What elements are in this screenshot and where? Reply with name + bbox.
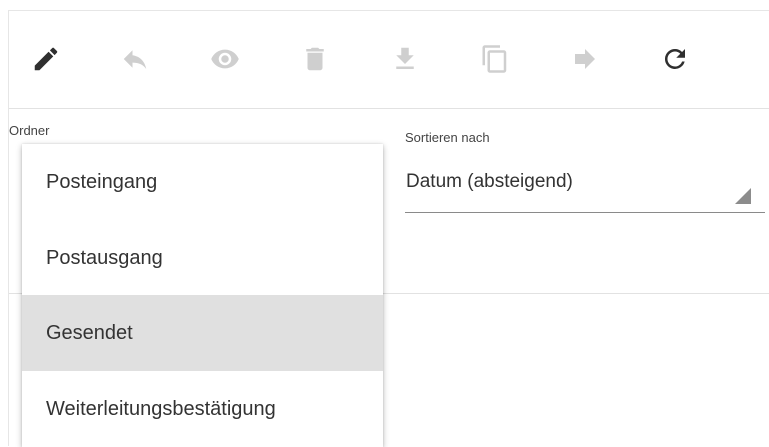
reply-icon	[123, 50, 147, 69]
mail-panel: Ordner Sortieren nach Datum (absteigend)…	[8, 10, 769, 447]
sort-label: Sortieren nach	[405, 130, 490, 145]
view-button[interactable]	[205, 39, 245, 79]
eye-icon	[211, 49, 239, 69]
edit-button[interactable]	[26, 39, 66, 79]
copy-icon	[482, 45, 507, 73]
copy-button[interactable]	[475, 39, 515, 79]
download-icon	[396, 47, 414, 69]
toolbar	[9, 11, 769, 109]
folder-option-postausgang[interactable]: Postausgang	[22, 220, 383, 296]
download-button[interactable]	[385, 39, 425, 79]
folder-dropdown-menu: Posteingang Postausgang Gesendet Weiterl…	[22, 144, 383, 447]
sort-select[interactable]: Datum (absteigend)	[405, 163, 765, 213]
folder-option-weiterleitungsbestaetigung[interactable]: Weiterleitungsbestätigung	[22, 371, 383, 447]
sort-select-value: Datum (absteigend)	[406, 171, 573, 192]
trash-icon	[306, 47, 324, 71]
reply-button[interactable]	[115, 39, 155, 79]
folder-label: Ordner	[9, 123, 50, 138]
forward-button[interactable]	[565, 39, 605, 79]
dropdown-arrow-icon	[735, 188, 751, 204]
delete-button[interactable]	[295, 39, 335, 79]
folder-option-gesendet[interactable]: Gesendet	[22, 295, 383, 371]
refresh-button[interactable]	[655, 39, 695, 79]
folder-option-posteingang[interactable]: Posteingang	[22, 144, 383, 220]
pencil-icon	[34, 47, 58, 71]
forward-arrow-icon	[575, 49, 595, 69]
refresh-icon	[664, 48, 685, 69]
